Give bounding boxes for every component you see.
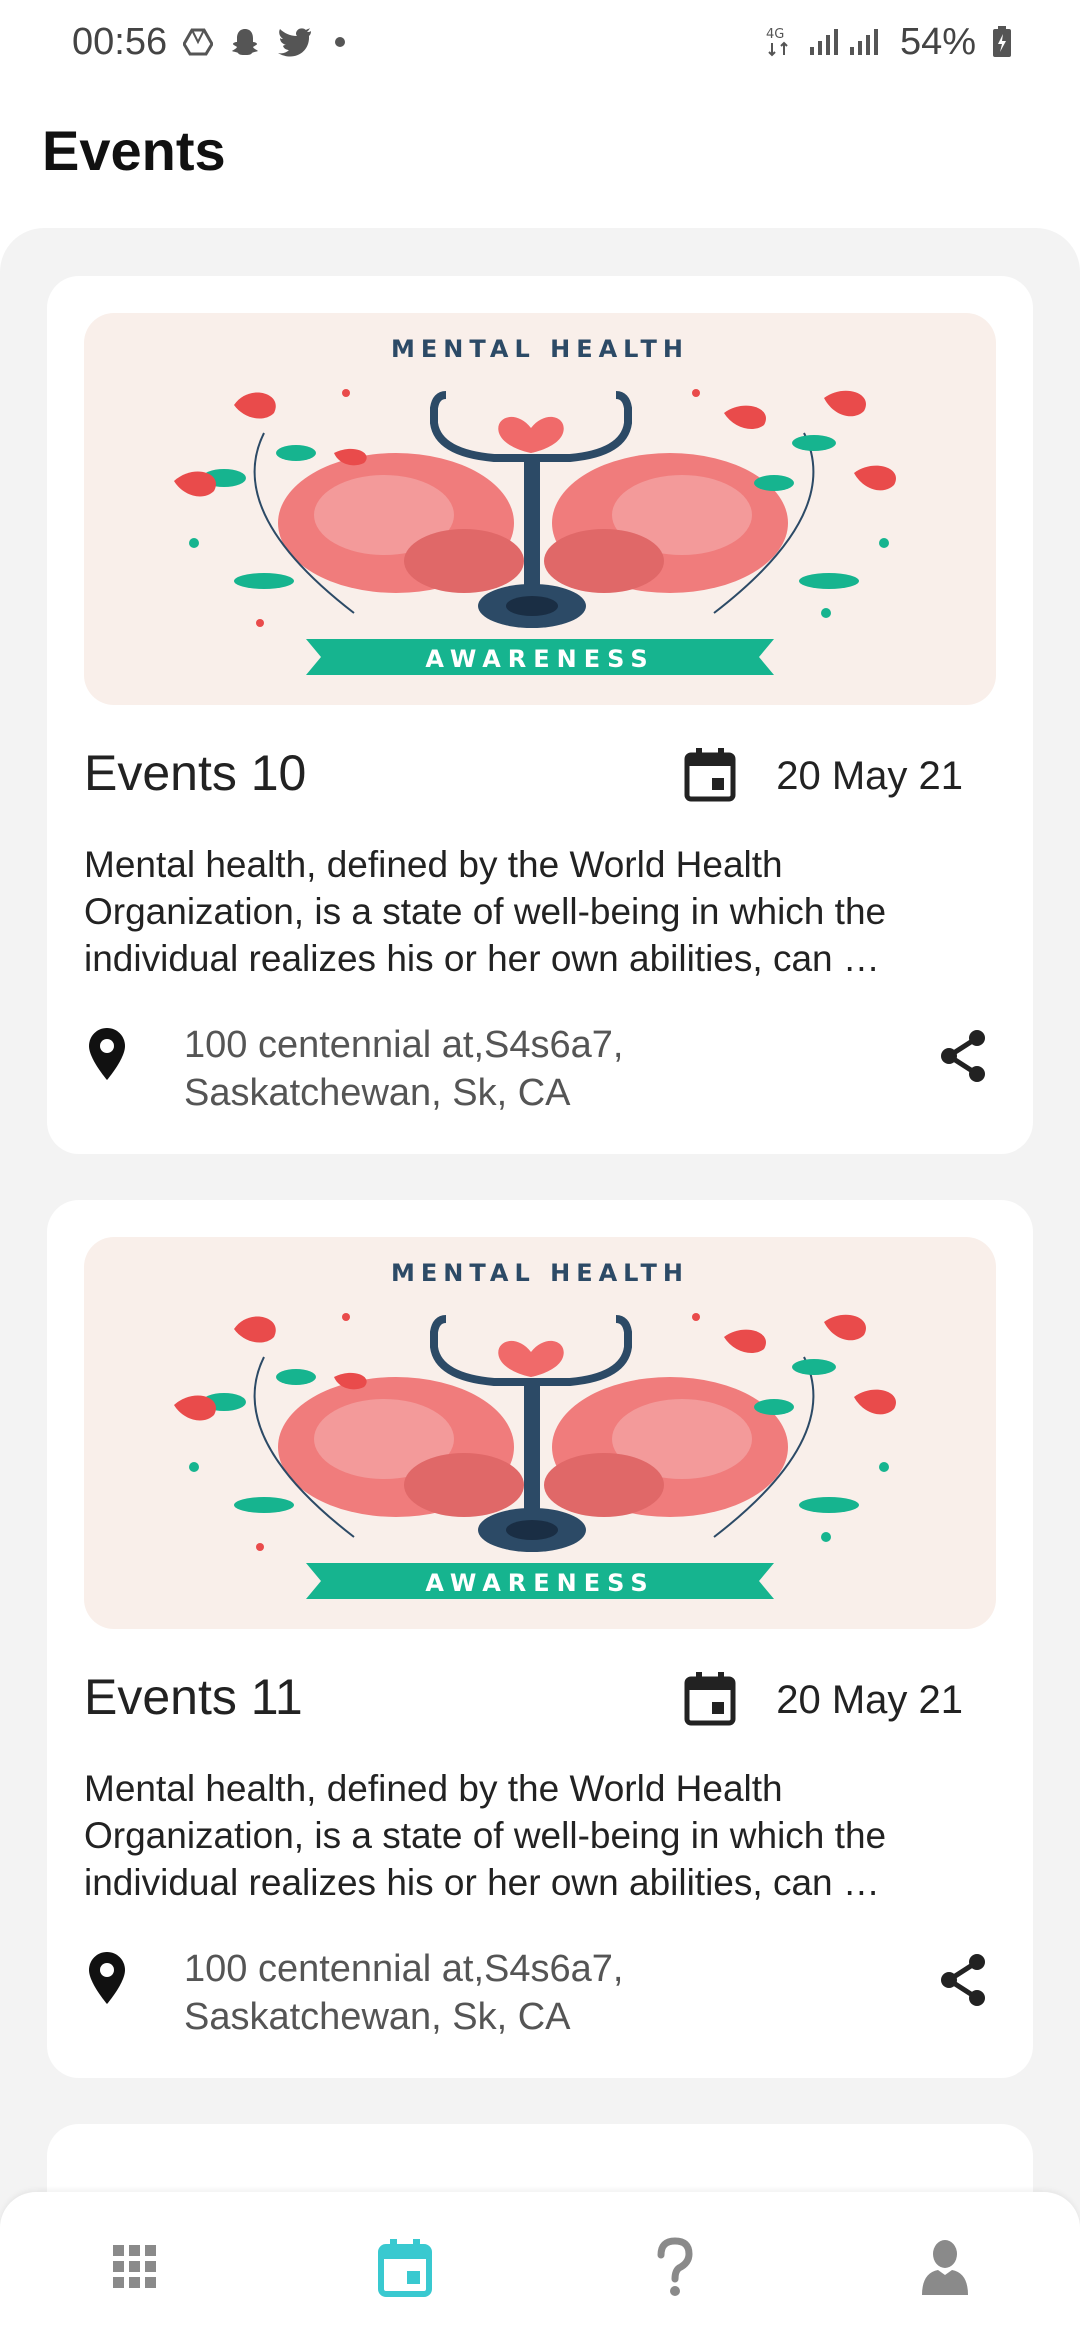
- share-icon[interactable]: [938, 1028, 988, 1089]
- event-address: 100 centennial at,S4s6a7, Saskatchewan, …: [184, 1024, 624, 1114]
- drive-icon: [183, 28, 214, 56]
- status-bar: 00:56 4G 54%: [0, 0, 1080, 84]
- calendar-icon: [378, 2237, 432, 2302]
- event-banner-image: MENTAL HEALTH AWARENESS: [84, 1237, 996, 1629]
- event-card[interactable]: MENTAL HEALTH: [47, 276, 1033, 1154]
- twitter-icon: [277, 27, 313, 57]
- calendar-icon: [684, 746, 736, 807]
- location-pin-icon: [87, 1950, 127, 2011]
- status-right: 4G 54%: [766, 21, 1012, 64]
- grid-icon: [113, 2244, 157, 2294]
- banner-bottom-text: AWARENESS: [425, 1569, 654, 1597]
- page-title: Events: [42, 119, 226, 182]
- location-pin-icon: [87, 1026, 127, 1087]
- status-left: 00:56: [72, 20, 346, 64]
- snapchat-icon: [229, 26, 261, 58]
- banner-bottom-text: AWARENESS: [425, 645, 654, 673]
- profile-icon: [920, 2239, 970, 2300]
- calendar-icon: [684, 1670, 736, 1731]
- bottom-nav: [0, 2192, 1080, 2340]
- nav-events[interactable]: [345, 2209, 465, 2329]
- nav-profile[interactable]: [885, 2209, 1005, 2329]
- event-date-text: 20 May 21: [776, 1678, 963, 1722]
- battery-percent: 54%: [899, 20, 976, 63]
- svg-text:4G: 4G: [766, 27, 784, 42]
- event-date: 20 May 21: [684, 746, 963, 807]
- help-icon: [655, 2236, 695, 2302]
- battery-icon: [992, 26, 1012, 58]
- network-4g-icon: 4G: [766, 25, 792, 59]
- event-date: 20 May 21: [684, 1670, 963, 1731]
- events-list[interactable]: MENTAL HEALTH AWARENESS Events 10 20 May…: [0, 228, 1080, 2228]
- nav-home[interactable]: [75, 2209, 195, 2329]
- event-card[interactable]: MENTAL HEALTH: [47, 1200, 1033, 2078]
- banner-top-text: MENTAL HEALTH: [391, 335, 689, 363]
- event-title: Events 10: [84, 745, 307, 801]
- share-icon[interactable]: [938, 1952, 988, 2013]
- event-date-text: 20 May 21: [776, 754, 963, 798]
- event-address: 100 centennial at,S4s6a7, Saskatchewan, …: [184, 1948, 624, 2038]
- nav-help[interactable]: [615, 2209, 735, 2329]
- banner-top-text: MENTAL HEALTH: [391, 1259, 689, 1287]
- event-banner-image: MENTAL HEALTH AWARENESS: [84, 313, 996, 705]
- event-description: Mental health, defined by the World Heal…: [84, 1768, 887, 1903]
- event-description: Mental health, defined by the World Heal…: [84, 844, 887, 979]
- clock: 00:56: [72, 20, 168, 63]
- event-title: Events 11: [84, 1669, 303, 1725]
- notification-dot: [335, 37, 346, 47]
- signal-icon: [808, 27, 884, 57]
